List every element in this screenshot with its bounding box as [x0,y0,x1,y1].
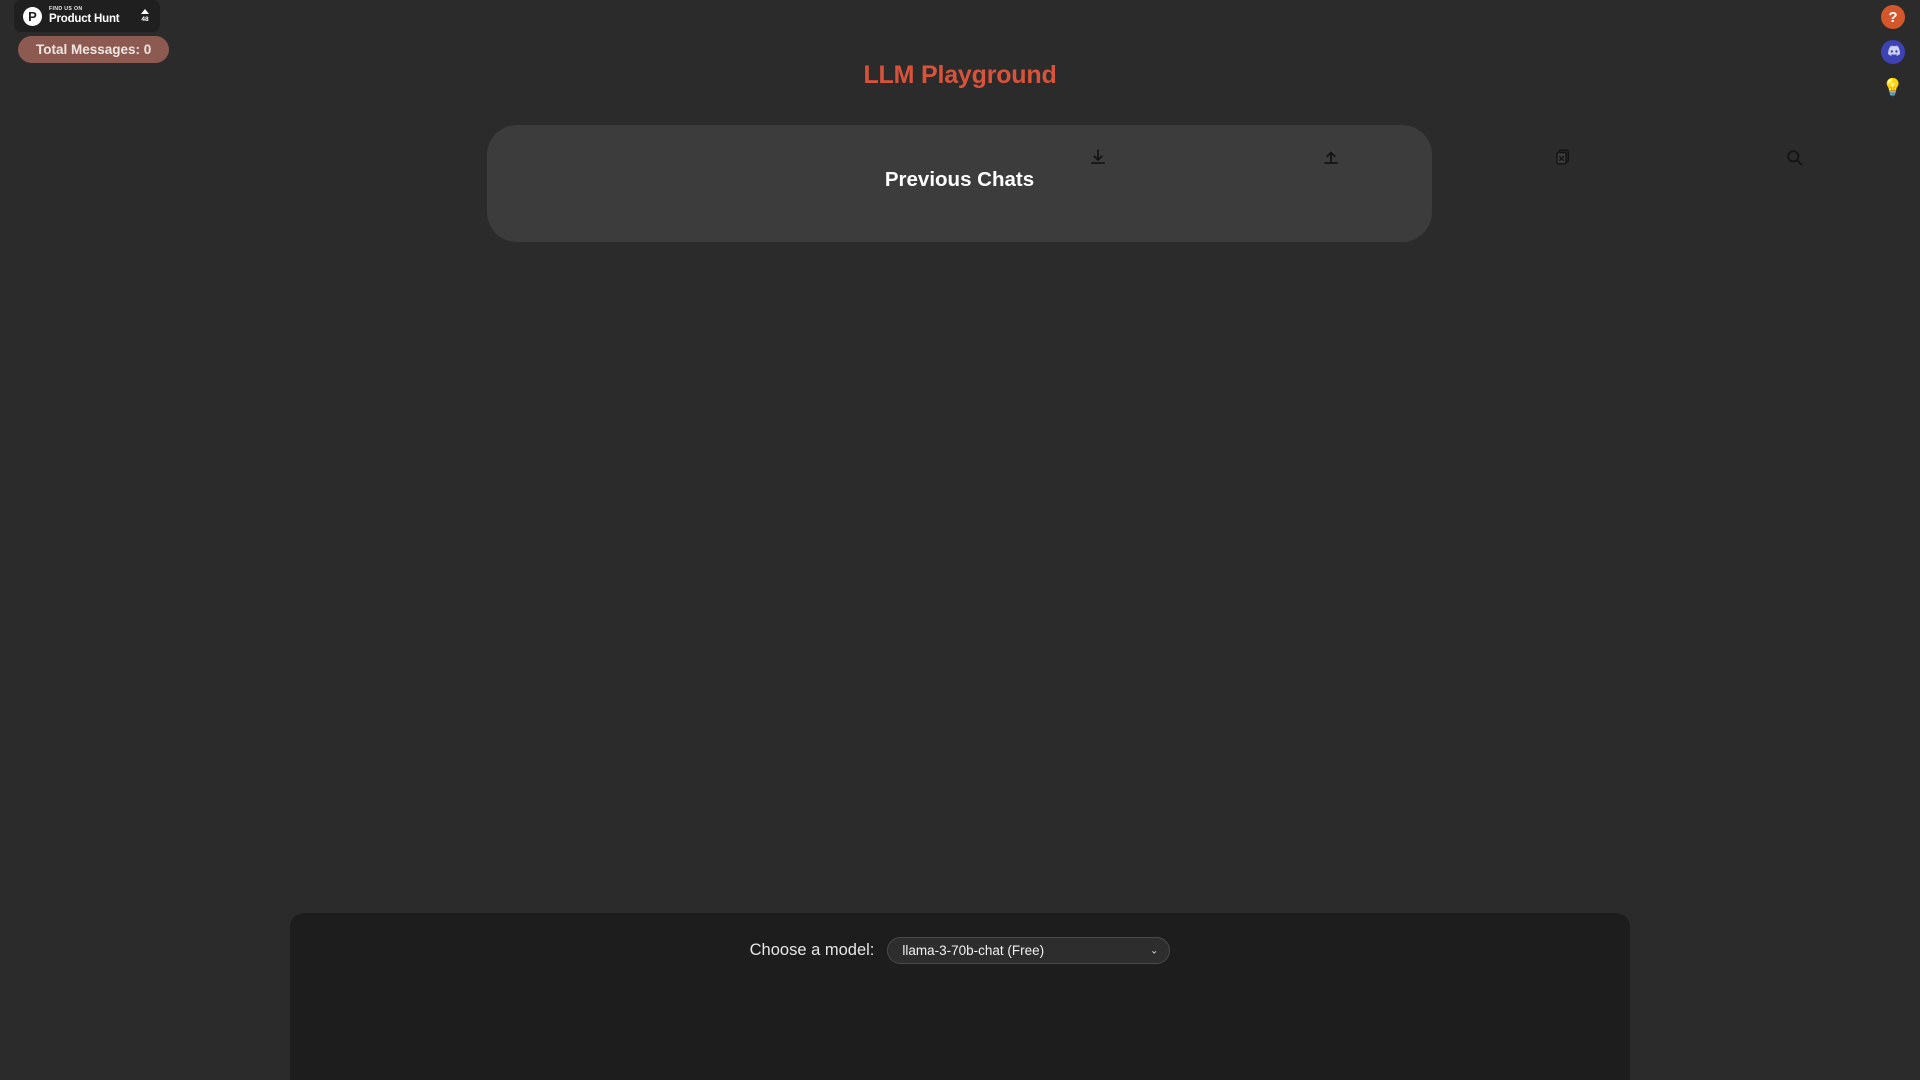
discord-button[interactable] [1881,40,1905,64]
product-hunt-kicker: FIND US ON [49,6,83,12]
search-icon [1785,148,1804,167]
product-hunt-text: FIND US ON Product Hunt [49,6,134,26]
tips-button[interactable]: 💡 [1881,75,1905,99]
model-select[interactable]: llama-3-70b-chat (Free) [887,937,1171,964]
model-select-wrapper: llama-3-70b-chat (Free) ⌄ [887,937,1171,964]
delete-chats-button[interactable] [1544,138,1582,176]
page-title: LLM Playground [863,61,1057,89]
floating-action-rail: ? 💡 [1876,5,1910,110]
model-selector-label: Choose a model: [749,941,875,959]
upvote-caret-icon [141,9,149,14]
composer-panel: Choose a model: llama-3-70b-chat (Free) … [290,913,1630,1080]
total-messages-badge: Total Messages: 0 [18,36,170,63]
product-hunt-badge[interactable]: P FIND US ON Product Hunt 48 [14,0,160,32]
download-icon [1089,148,1107,166]
lightbulb-icon: 💡 [1882,77,1904,97]
model-selector-row: Choose a model: llama-3-70b-chat (Free) … [290,937,1630,964]
previous-chats-title: Previous Chats [884,168,1035,191]
discord-icon [1886,43,1901,61]
previous-chats-card: Previous Chats [487,125,1803,242]
product-hunt-logo-icon: P [23,6,42,26]
question-mark-icon: ? [1888,8,1898,26]
app-root: P FIND US ON Product Hunt 48 Total Messa… [0,0,1920,1080]
delete-files-icon [1554,148,1572,166]
upload-icon [1322,148,1340,166]
upvote-count: 48 [141,16,149,23]
product-hunt-name: Product Hunt [49,13,120,25]
search-chats-button[interactable] [1775,138,1813,176]
help-button[interactable]: ? [1881,5,1905,29]
product-hunt-upvotes: 48 [141,9,151,23]
